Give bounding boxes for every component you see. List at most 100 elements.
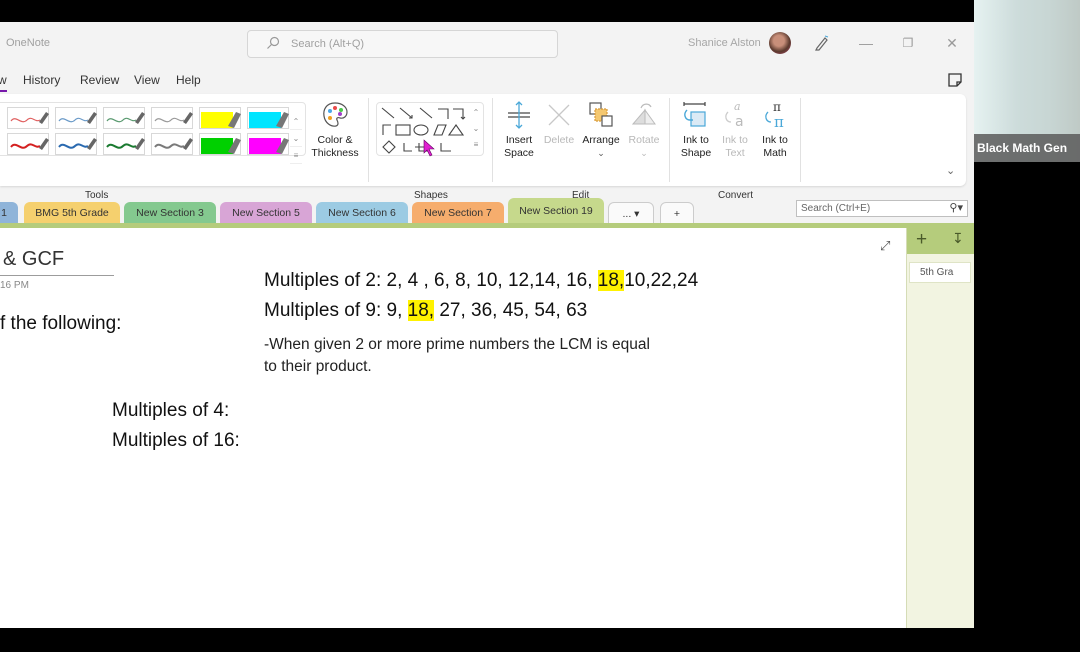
delete-button[interactable]: Delete — [541, 100, 577, 147]
ribbon: ⌃ ⌄ ≡ Color & Thickness Tools ⌃ ⌄ ≡ Shap… — [0, 94, 966, 201]
participant-name: Black Math Gen — [974, 134, 1080, 162]
section-tab[interactable]: New Section 7 — [412, 202, 504, 224]
tab-draw[interactable]: w — [0, 73, 7, 92]
scroll-up-icon[interactable]: ⌃ — [290, 113, 302, 130]
more-sections-button[interactable]: ... ▾ — [608, 202, 654, 224]
search-icon — [267, 36, 280, 49]
section-tab[interactable]: New Section 5 — [220, 202, 312, 224]
page-list-item[interactable]: 5th Gra — [909, 262, 971, 283]
shapes-gallery-scroll[interactable]: ⌃ ⌄ ≡ — [470, 105, 482, 155]
highlighter-swatch[interactable] — [199, 133, 241, 155]
pen-swatch[interactable] — [7, 133, 49, 155]
color-thickness-label-2: Thickness — [311, 147, 359, 159]
ink-to-math-label-1: Ink to — [762, 134, 788, 146]
highlighter-swatch[interactable] — [199, 107, 241, 129]
multiples-of-2-line[interactable]: Multiples of 2: 2, 4 , 6, 8, 10, 12,14, … — [264, 270, 698, 292]
palette-icon — [323, 102, 348, 127]
multiples-of-4-line[interactable]: Multiples of 4: — [112, 400, 229, 422]
add-section-button[interactable]: + — [660, 202, 694, 224]
search-box[interactable]: Search (Alt+Q) — [247, 30, 558, 58]
scroll-up-icon[interactable]: ⌃ — [470, 105, 482, 121]
pen-swatch[interactable] — [7, 107, 49, 129]
pen-swatch[interactable] — [151, 133, 193, 155]
multiples-of-16-line[interactable]: Multiples of 16: — [112, 430, 240, 452]
highlighted-value: 18, — [597, 270, 625, 291]
multiples-of-9-line[interactable]: Multiples of 9: 9, 18, 27, 36, 45, 54, 6… — [264, 300, 587, 322]
highlighter-swatch[interactable] — [247, 133, 289, 155]
section-search-placeholder: Search (Ctrl+E) — [801, 203, 871, 214]
ribbon-collapse-icon[interactable]: ⌄ — [946, 164, 955, 177]
section-tab[interactable]: 1 — [0, 202, 18, 224]
page-list-panel: + ↧ 5th Gra — [906, 228, 974, 628]
pen-icon[interactable] — [813, 34, 831, 52]
ink-to-text-button[interactable]: aa Ink to Text — [717, 100, 753, 160]
instruction-text[interactable]: f the following: — [0, 313, 121, 335]
page-list-header: + ↧ — [907, 228, 974, 254]
rotate-button[interactable]: Rotate ⌄ — [625, 100, 663, 160]
sort-icon[interactable]: ↧ — [952, 230, 964, 247]
pen-gallery-scroll[interactable]: ⌃ ⌄ ≡ — [290, 113, 302, 165]
svg-text:π: π — [774, 113, 784, 130]
pen-swatch[interactable] — [103, 107, 145, 129]
ink-to-math-button[interactable]: ππ Ink to Math — [756, 100, 794, 160]
ellipse-shape-icon — [413, 124, 429, 136]
ink-to-math-icon: ππ — [765, 100, 784, 130]
tab-help[interactable]: Help — [176, 73, 201, 87]
search-icon[interactable]: ⚲▾ — [949, 201, 963, 214]
page-canvas[interactable]: & GCF 16 PM f the following: Multiples o… — [0, 228, 906, 628]
pen-swatch[interactable] — [151, 107, 193, 129]
tab-view[interactable]: View — [134, 73, 160, 87]
cursor-icon — [423, 139, 435, 157]
expand-icon[interactable]: ⤢ — [880, 238, 890, 254]
ink-to-shape-label-2: Shape — [680, 147, 712, 159]
scroll-down-icon[interactable]: ⌄ — [470, 121, 482, 137]
graph3-shape-icon — [440, 143, 451, 152]
close-icon[interactable]: ✕ — [940, 32, 964, 54]
pen-swatch[interactable] — [55, 107, 97, 129]
title-underline — [0, 275, 114, 276]
gallery-more-icon[interactable]: ≡ — [470, 137, 482, 153]
rotate-label: Rotate — [628, 134, 660, 146]
insert-space-button[interactable]: Insert Space — [500, 100, 538, 160]
double-arrow-shape-icon — [419, 107, 433, 119]
color-thickness-button[interactable]: Color & Thickness — [309, 100, 361, 160]
minimize-icon[interactable]: — — [854, 32, 878, 54]
sticky-note-icon[interactable] — [947, 72, 963, 88]
section-tab[interactable]: New Section 6 — [316, 202, 408, 224]
highlighter-swatch[interactable] — [247, 107, 289, 129]
chevron-down-icon: ⌄ — [597, 148, 605, 158]
section-tab[interactable]: New Section 19 — [508, 198, 604, 226]
pen-swatch[interactable] — [103, 133, 145, 155]
arrow-shape-icon — [399, 107, 413, 119]
svg-text:a: a — [734, 100, 741, 113]
add-page-icon[interactable]: + — [916, 229, 927, 251]
ink-to-text-icon: aa — [725, 100, 744, 130]
section-tab[interactable]: New Section 3 — [124, 202, 216, 224]
restore-icon[interactable]: ❐ — [896, 32, 920, 54]
search-placeholder: Search (Alt+Q) — [291, 38, 365, 50]
avatar[interactable] — [769, 32, 791, 54]
shapes-gallery[interactable]: ⌃ ⌄ ≡ — [376, 102, 484, 157]
svg-text:π: π — [773, 100, 781, 114]
parallelogram-shape-icon — [433, 124, 447, 136]
separator — [800, 98, 801, 182]
arrange-icon — [589, 102, 613, 127]
video-tile: Black Math Gen — [974, 0, 1080, 162]
arrange-label: Arrange — [582, 134, 620, 146]
scroll-down-icon[interactable]: ⌄ — [290, 130, 302, 147]
page-title[interactable]: & GCF — [3, 248, 64, 271]
section-search-input[interactable]: Search (Ctrl+E) ⚲▾ — [796, 200, 968, 217]
elbow-shape-icon — [438, 108, 449, 119]
section-tab[interactable]: BMG 5th Grade — [24, 202, 120, 224]
user-name[interactable]: Shanice Alston — [688, 37, 761, 49]
note-line-1: -When given 2 or more prime numbers the … — [264, 336, 650, 353]
gallery-more-icon[interactable]: ≡ — [290, 147, 302, 164]
pen-swatch[interactable] — [55, 133, 97, 155]
tab-review[interactable]: Review — [80, 73, 119, 87]
separator — [368, 98, 369, 182]
arrange-button[interactable]: Arrange ⌄ — [580, 100, 622, 160]
lcm-note[interactable]: -When given 2 or more prime numbers the … — [264, 334, 650, 378]
tab-history[interactable]: History — [23, 73, 60, 87]
ink-to-text-label-1: Ink to — [722, 134, 748, 146]
ink-to-shape-button[interactable]: Ink to Shape — [676, 100, 716, 160]
